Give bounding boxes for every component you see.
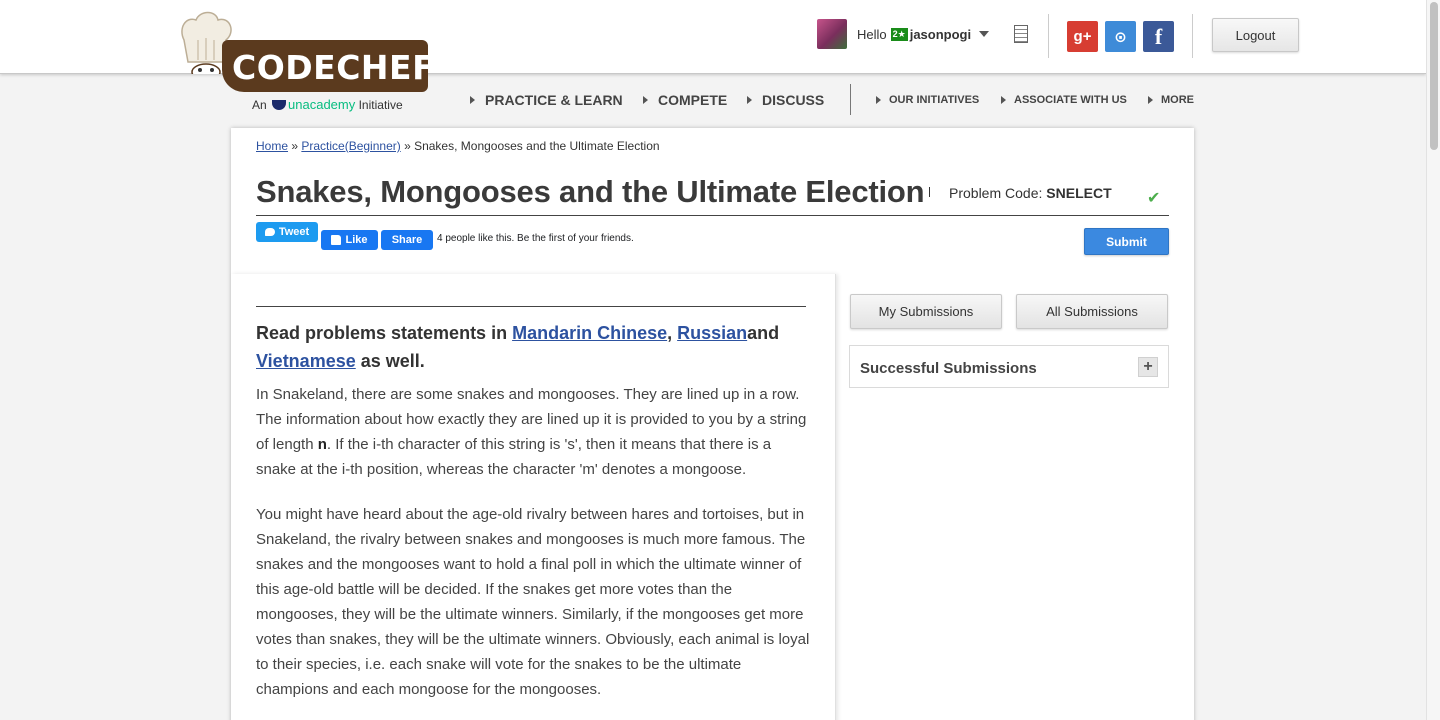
breadcrumb-separator: » — [400, 139, 415, 153]
comma: , — [667, 323, 678, 343]
like-label: Like — [345, 234, 368, 246]
twitter-bird-icon — [264, 228, 275, 236]
tagline-brand: unacademy — [288, 97, 356, 112]
statement-paragraph: You might have heard about the age-old r… — [256, 506, 810, 698]
google-plus-icon[interactable]: g+ — [1067, 21, 1098, 52]
translations-prefix: Read problems statements in — [256, 323, 513, 343]
username[interactable]: jasonpogi — [910, 27, 971, 42]
triangle-right-icon — [1148, 96, 1153, 104]
nav-label: PRACTICE & LEARN — [485, 92, 623, 108]
breadcrumb: Home » Practice(Beginner) » Snakes, Mong… — [256, 139, 660, 153]
user-greeting[interactable]: Hello 2★ jasonpogi — [857, 26, 990, 42]
link-russian[interactable]: Russian — [677, 323, 747, 343]
page-title: Snakes, Mongooses and the Ultimate Elect… — [256, 174, 925, 209]
translations-line: Read problems statements in Mandarin Chi… — [256, 319, 816, 375]
divider — [929, 187, 930, 197]
triangle-right-icon — [876, 96, 881, 104]
checkmark-icon: ✔ — [1147, 190, 1161, 207]
document-icon[interactable] — [1014, 25, 1028, 43]
triangle-right-icon — [1001, 96, 1006, 104]
breadcrumb-home[interactable]: Home — [256, 139, 288, 153]
successful-submissions-panel[interactable]: Successful Submissions + — [849, 345, 1169, 388]
divider — [1192, 14, 1193, 58]
translations-suffix: as well. — [355, 351, 425, 371]
user-menu[interactable]: Hello 2★ jasonpogi — [817, 19, 990, 49]
statement-paragraph: In Snakeland, there are some snakes and … — [256, 382, 811, 482]
nav-discuss[interactable]: DISCUSS — [747, 92, 824, 108]
expand-icon[interactable]: + — [1138, 357, 1158, 377]
nav-label: COMPETE — [658, 92, 728, 108]
variable-n: n — [317, 436, 327, 453]
nav-practice-learn[interactable]: PRACTICE & LEARN — [470, 92, 623, 108]
problem-code: Problem Code: SNELECT — [949, 185, 1112, 201]
tweet-button[interactable]: Tweet — [256, 222, 318, 242]
breadcrumb-current: Snakes, Mongooses and the Ultimate Elect… — [414, 139, 660, 153]
logo-tagline: An unacademy Initiative — [252, 97, 403, 112]
link-mandarin-chinese[interactable]: Mandarin Chinese — [512, 323, 667, 343]
facebook-like-button[interactable]: Like — [321, 230, 378, 250]
nav-label: DISCUSS — [762, 92, 825, 108]
like-count-text: 4 people like this. Be the first of your… — [437, 233, 634, 244]
facebook-icon[interactable]: f — [1143, 21, 1174, 52]
thumbs-up-icon — [331, 235, 342, 245]
codechef-logo[interactable]: CODECHEF An unacademy Initiative — [170, 8, 436, 116]
nav-label: ASSOCIATE WITH US — [1014, 94, 1127, 106]
triangle-right-icon — [643, 96, 648, 104]
problem-code-label: Problem Code: — [949, 185, 1047, 201]
scrollbar-thumb[interactable] — [1430, 2, 1438, 150]
chevron-down-icon[interactable] — [979, 31, 990, 37]
problem-statement: Read problems statements in Mandarin Chi… — [231, 274, 836, 720]
star-rating-badge: 2★ — [890, 27, 908, 41]
nav-more[interactable]: MORE — [1148, 94, 1194, 106]
nav-associate-with-us[interactable]: ASSOCIATE WITH US — [1001, 94, 1127, 106]
nav-divider — [850, 84, 851, 115]
nav-label: MORE — [1161, 94, 1194, 106]
github-icon[interactable]: ⊙ — [1105, 21, 1136, 52]
facebook-share-button[interactable]: Share — [381, 230, 433, 250]
problem-code-value: SNELECT — [1046, 185, 1112, 201]
triangle-right-icon — [470, 96, 475, 104]
logout-button[interactable]: Logout — [1212, 18, 1299, 52]
nav-our-initiatives[interactable]: OUR INITIATIVES — [876, 94, 979, 106]
greeting-text: Hello — [857, 26, 887, 42]
tagline-prefix: An — [252, 98, 267, 112]
triangle-right-icon — [747, 96, 752, 104]
paragraph-text: . If the i-th character of this string i… — [256, 436, 772, 478]
nav-label: OUR INITIATIVES — [889, 94, 980, 106]
problem-panel: Home » Practice(Beginner) » Snakes, Mong… — [231, 128, 1194, 720]
logo-wordmark: CODECHEF — [232, 48, 436, 87]
link-vietnamese[interactable]: Vietnamese — [256, 351, 356, 371]
title-divider — [256, 215, 1169, 216]
divider — [1048, 14, 1049, 58]
nav-compete[interactable]: COMPETE — [643, 92, 727, 108]
successful-submissions-title: Successful Submissions — [860, 360, 1037, 377]
all-submissions-button[interactable]: All Submissions — [1016, 294, 1168, 329]
breadcrumb-practice[interactable]: Practice(Beginner) — [301, 139, 400, 153]
avatar[interactable] — [817, 19, 847, 49]
statement-divider — [256, 306, 806, 307]
tagline-suffix: Initiative — [358, 98, 403, 112]
tweet-label: Tweet — [278, 226, 310, 238]
my-submissions-button[interactable]: My Submissions — [850, 294, 1002, 329]
submit-button[interactable]: Submit — [1084, 228, 1169, 255]
unacademy-icon — [272, 100, 287, 110]
breadcrumb-separator: » — [288, 139, 302, 153]
page-scrollbar[interactable] — [1426, 0, 1440, 720]
and-text: and — [747, 323, 780, 343]
